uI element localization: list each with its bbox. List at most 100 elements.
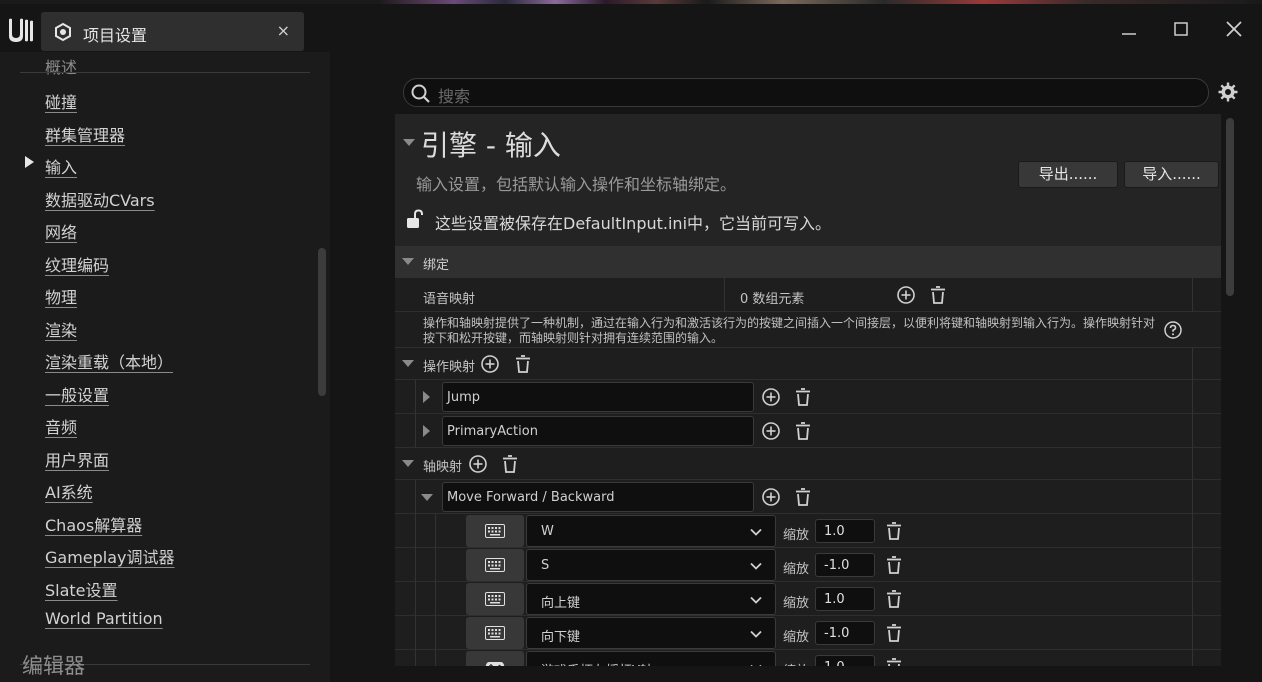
- sidebar-item-general-settings[interactable]: 一般设置: [45, 382, 109, 406]
- expand-mapping-icon[interactable]: [423, 391, 430, 403]
- key-select[interactable]: 向上键: [526, 583, 776, 615]
- indent-guide: [415, 548, 416, 582]
- add-key-icon[interactable]: [761, 421, 781, 441]
- indent-guide: [435, 650, 436, 666]
- gamepad-icon: [485, 662, 505, 666]
- help-icon[interactable]: [1164, 321, 1182, 339]
- indent-guide: [435, 616, 436, 650]
- collapse-section-icon[interactable]: [403, 139, 415, 146]
- sidebar-scrollbar[interactable]: [318, 248, 326, 396]
- column-separator: [1192, 616, 1193, 650]
- indent-guide: [415, 582, 416, 616]
- action-name-field[interactable]: PrimaryAction: [442, 416, 754, 446]
- maximize-button[interactable]: [1166, 14, 1196, 44]
- collapse-axis-mappings-icon[interactable]: [402, 460, 414, 467]
- key-select[interactable]: S: [526, 549, 776, 581]
- axis-mappings-row: 轴映射: [395, 448, 1221, 480]
- key-type-button[interactable]: [466, 651, 524, 666]
- project-settings-tab[interactable]: 项目设置 ×: [41, 12, 304, 51]
- speech-mappings-label: 语音映射: [423, 292, 476, 307]
- axis-name-field[interactable]: Move Forward / Backward: [442, 482, 754, 512]
- scale-input[interactable]: 1.0: [815, 519, 875, 543]
- trash-icon[interactable]: [884, 521, 904, 541]
- indent-guide: [435, 514, 436, 548]
- sidebar-item-cut[interactable]: 概述: [45, 54, 77, 78]
- key-value: 游戏手柄左摇杆Y轴: [541, 660, 653, 666]
- sidebar-item-ai-system[interactable]: AI系统: [45, 479, 93, 503]
- trash-icon[interactable]: [793, 387, 813, 407]
- add-element-icon[interactable]: [896, 285, 916, 305]
- sidebar-item-input[interactable]: 输入: [45, 154, 77, 178]
- scale-input[interactable]: 1.0: [815, 655, 875, 666]
- sidebar-item-world-partition[interactable]: World Partition: [45, 609, 163, 628]
- sidebar-item-texture-encoding[interactable]: 纹理编码: [45, 252, 109, 276]
- sidebar-item-collision[interactable]: 碰撞: [45, 89, 77, 113]
- indent-guide: [415, 380, 416, 414]
- key-type-button[interactable]: [466, 549, 524, 581]
- import-button[interactable]: 导入......: [1124, 161, 1219, 188]
- expand-mapping-icon[interactable]: [423, 425, 430, 437]
- trash-icon[interactable]: [884, 657, 904, 666]
- trash-icon[interactable]: [928, 285, 948, 305]
- indent-guide: [435, 582, 436, 616]
- bindings-category[interactable]: 绑定: [395, 246, 1221, 278]
- search-input[interactable]: 搜索: [403, 78, 1209, 107]
- sidebar-item-slate-settings[interactable]: Slate设置: [45, 577, 118, 601]
- close-window-button[interactable]: [1219, 14, 1249, 44]
- chevron-down-icon: [750, 528, 762, 536]
- add-axis-mapping-icon[interactable]: [468, 454, 488, 474]
- keyboard-icon: [485, 524, 505, 538]
- trash-icon[interactable]: [793, 421, 813, 441]
- collapse-bindings-icon[interactable]: [402, 258, 414, 265]
- axis-key-row: W 缩放 1.0: [395, 514, 1221, 548]
- trash-icon[interactable]: [884, 623, 904, 643]
- title-bar: 项目设置 ×: [0, 4, 1262, 52]
- action-name-field[interactable]: Jump: [442, 382, 754, 412]
- add-key-icon[interactable]: [761, 487, 781, 507]
- sidebar-item-chaos-solver[interactable]: Chaos解算器: [45, 512, 142, 536]
- minimize-button[interactable]: [1114, 14, 1144, 44]
- scale-label: 缩放: [783, 660, 809, 666]
- scale-input[interactable]: 1.0: [815, 587, 875, 611]
- sidebar-item-rendering-overrides[interactable]: 渲染重载（本地）: [45, 349, 173, 373]
- key-select[interactable]: 游戏手柄左摇杆Y轴: [526, 651, 776, 666]
- sidebar-item-rendering[interactable]: 渲染: [45, 317, 77, 341]
- gear-icon[interactable]: [1217, 81, 1239, 103]
- sidebar-item-crowd-manager[interactable]: 群集管理器: [45, 122, 125, 146]
- trash-icon[interactable]: [793, 487, 813, 507]
- speech-mappings-count: 0 数组元素: [740, 292, 805, 307]
- export-button[interactable]: 导出......: [1018, 161, 1118, 188]
- add-action-mapping-icon[interactable]: [480, 354, 500, 374]
- settings-cube-icon: [55, 22, 71, 42]
- scale-label: 缩放: [783, 562, 810, 577]
- sidebar-item-physics[interactable]: 物理: [45, 284, 77, 308]
- trash-icon[interactable]: [884, 555, 904, 575]
- action-mappings-label: 操作映射: [423, 360, 476, 375]
- key-type-button[interactable]: [466, 515, 524, 547]
- trash-icon[interactable]: [513, 354, 533, 374]
- key-type-button[interactable]: [466, 583, 524, 615]
- sidebar-item-gameplay-debugger[interactable]: Gameplay调试器: [45, 544, 175, 568]
- column-separator: [1192, 448, 1193, 480]
- collapse-action-mappings-icon[interactable]: [402, 360, 414, 367]
- selected-arrow-icon: [25, 156, 34, 168]
- scale-input[interactable]: -1.0: [815, 621, 875, 645]
- settings-scrollbar[interactable]: [1226, 118, 1234, 296]
- tab-close-button[interactable]: ×: [277, 21, 290, 40]
- sidebar-item-user-interface[interactable]: 用户界面: [45, 447, 109, 471]
- unreal-logo-icon: [9, 18, 33, 42]
- sidebar-splitter[interactable]: [330, 52, 366, 682]
- trash-icon[interactable]: [500, 454, 520, 474]
- add-key-icon[interactable]: [761, 387, 781, 407]
- column-separator: [1192, 548, 1193, 582]
- config-file-note: 这些设置被保存在DefaultInput.ini中，它当前可写入。: [435, 214, 832, 233]
- key-type-button[interactable]: [466, 617, 524, 649]
- scale-input[interactable]: -1.0: [815, 553, 875, 577]
- sidebar-item-network[interactable]: 网络: [45, 219, 77, 243]
- key-select[interactable]: 向下键: [526, 617, 776, 649]
- sidebar-item-audio[interactable]: 音频: [45, 414, 77, 438]
- trash-icon[interactable]: [884, 589, 904, 609]
- collapse-axis-icon[interactable]: [421, 494, 433, 501]
- key-select[interactable]: W: [526, 515, 776, 547]
- sidebar-item-data-driven-cvars[interactable]: 数据驱动CVars: [45, 187, 155, 211]
